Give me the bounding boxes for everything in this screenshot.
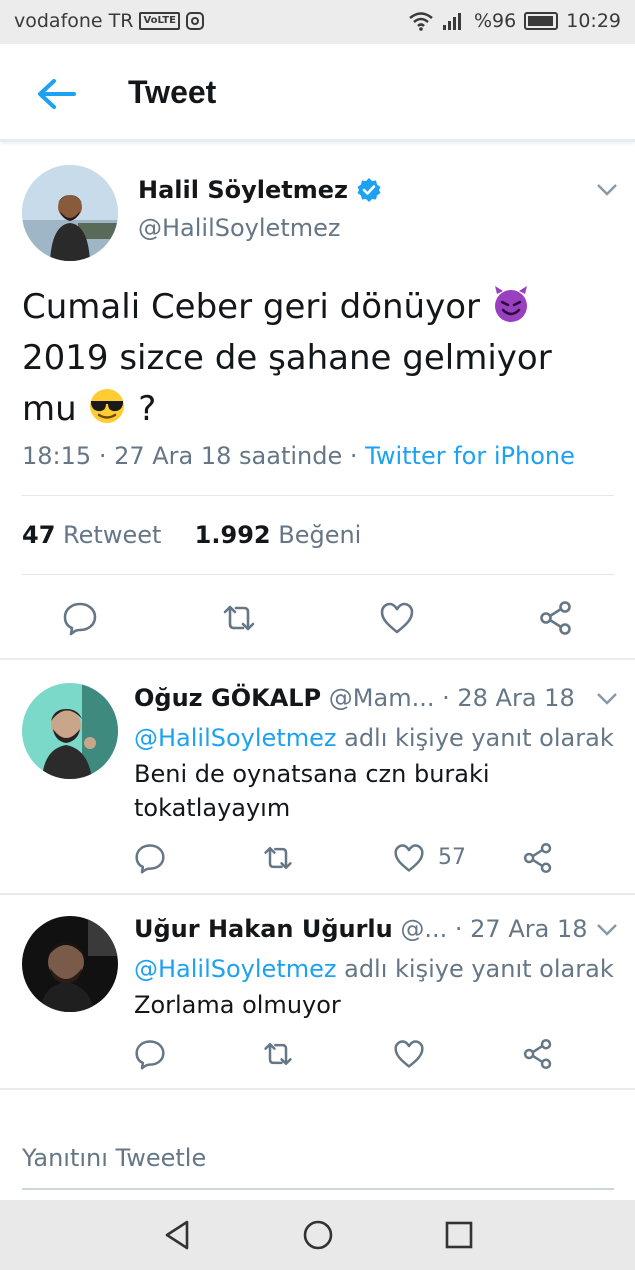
like-count: 1.992 (194, 521, 271, 549)
reply-to-mention-link[interactable]: @HalilSoyletmez (134, 955, 336, 983)
tweet-time: 18:15 (22, 442, 92, 470)
reply-input[interactable]: Yanıtını Tweetle (22, 1144, 206, 1172)
clock: 10:29 (566, 10, 621, 32)
reply-to-mention-link[interactable]: @HalilSoyletmez (134, 724, 336, 752)
nav-recents-icon[interactable] (442, 1218, 476, 1252)
reply-like-count: 57 (438, 845, 466, 870)
retweet-icon[interactable] (221, 600, 257, 636)
tweet-text-part: mu (22, 389, 77, 429)
divider (22, 495, 614, 496)
wifi-icon (409, 12, 433, 31)
retweet-icon[interactable] (262, 1038, 294, 1070)
reply-date: · 28 Ara 18 (442, 684, 575, 712)
reply-to-suffix: adlı kişiye yanıt olarak (344, 724, 614, 752)
reply-to-suffix: adlı kişiye yanıt olarak (344, 955, 614, 983)
battery-level (528, 16, 554, 26)
divider (0, 658, 635, 660)
reply-header: Uğur Hakan Uğurlu @... · 27 Ara 18 (134, 915, 588, 943)
chevron-down-icon[interactable] (596, 923, 618, 937)
share-icon[interactable] (522, 842, 554, 874)
reply-text: Beni de oynatsana czn buraki tokatlayayı… (134, 760, 490, 822)
status-bar: vodafone TR VoLTE %96 10:29 (0, 0, 635, 44)
volte-icon: VoLTE (139, 12, 180, 30)
meta-dot: · (349, 442, 366, 470)
share-icon[interactable] (538, 600, 574, 636)
retweet-stat[interactable]: 47 Retweet (22, 521, 161, 549)
tweet-text-line: Cumali Ceber geri dönüyor (22, 282, 612, 333)
verified-badge-icon (357, 178, 381, 202)
page-title: Tweet (128, 74, 217, 110)
reply-author-name[interactable]: Uğur Hakan Uğurlu (134, 915, 393, 943)
author-name[interactable]: Halil Söyletmez (138, 176, 382, 204)
tweet-date: 27 Ara 18 saatinde (114, 442, 343, 470)
reply-icon[interactable] (62, 600, 98, 636)
reply-header: Oğuz GÖKALP @Mam... · 28 Ara 18 (134, 684, 575, 712)
share-icon[interactable] (522, 1038, 554, 1070)
reply-input-underline (22, 1188, 614, 1190)
reply-to-line: @HalilSoyletmez adlı kişiye yanıt olarak (134, 955, 614, 983)
reply-avatar[interactable] (22, 683, 118, 779)
nav-home-icon[interactable] (301, 1218, 335, 1252)
author-handle[interactable]: @HalilSoyletmez (138, 214, 340, 242)
tweet-text-part: Cumali Ceber geri dönüyor (22, 287, 481, 327)
reply-author-name[interactable]: Oğuz GÖKALP (134, 684, 321, 712)
like-icon[interactable] (393, 842, 425, 874)
tweet-meta: 18:15 · 27 Ara 18 saatinde · Twitter for… (22, 442, 575, 470)
reply-to-line: @HalilSoyletmez adlı kişiye yanıt olarak (134, 724, 614, 752)
meta-dot: · (98, 442, 115, 470)
app-header: Tweet (0, 44, 635, 142)
tweet-stats: 47 Retweet 1.992 Beğeni (22, 521, 361, 549)
retweet-icon[interactable] (262, 842, 294, 874)
battery-percent: %96 (474, 10, 517, 32)
reply-date: · 27 Ara 18 (454, 915, 588, 943)
chevron-down-icon[interactable] (596, 692, 618, 706)
like-label: Beğeni (278, 521, 362, 549)
tweet-text-line: mu ? (22, 384, 612, 435)
like-icon[interactable] (393, 1038, 425, 1070)
author-name-text: Halil Söyletmez (138, 176, 348, 204)
reply-icon[interactable] (134, 1038, 166, 1070)
retweet-label: Retweet (63, 521, 162, 549)
reply-text: Zorlama olmuyor (134, 991, 341, 1019)
reply-avatar[interactable] (22, 916, 118, 1012)
sunglasses-emoji-icon (90, 389, 125, 423)
smiling-devil-emoji-icon (494, 286, 527, 322)
carrier-label: vodafone TR (14, 10, 134, 32)
author-avatar[interactable] (22, 165, 118, 261)
divider (22, 574, 614, 575)
retweet-count: 47 (22, 521, 56, 549)
tweet-source-link[interactable]: Twitter for iPhone (365, 442, 575, 470)
chevron-down-icon[interactable] (596, 183, 618, 197)
status-left: vodafone TR VoLTE (14, 10, 204, 32)
next-reply-peek (60, 1110, 460, 1118)
tweet-text-part: ? (138, 389, 157, 429)
system-nav-bar (0, 1200, 635, 1270)
like-icon[interactable] (379, 600, 415, 636)
tweet-text: Cumali Ceber geri dönüyor 2019 sizce de … (22, 282, 612, 435)
reply-icon[interactable] (134, 842, 166, 874)
tweet-text-line: 2019 sizce de şahane gelmiyor (22, 338, 552, 378)
instagram-notification-icon (185, 12, 204, 30)
divider (0, 1088, 635, 1090)
nav-back-icon[interactable] (160, 1218, 194, 1252)
reply-author-handle[interactable]: @Mam... (329, 684, 435, 712)
status-right: %96 10:29 (408, 10, 621, 32)
reply-author-handle[interactable]: @... (400, 915, 447, 943)
back-arrow-icon[interactable] (34, 72, 78, 116)
divider (0, 893, 635, 895)
battery-icon (524, 12, 559, 30)
signal-icon (443, 13, 461, 30)
like-stat[interactable]: 1.992 Beğeni (195, 521, 362, 549)
